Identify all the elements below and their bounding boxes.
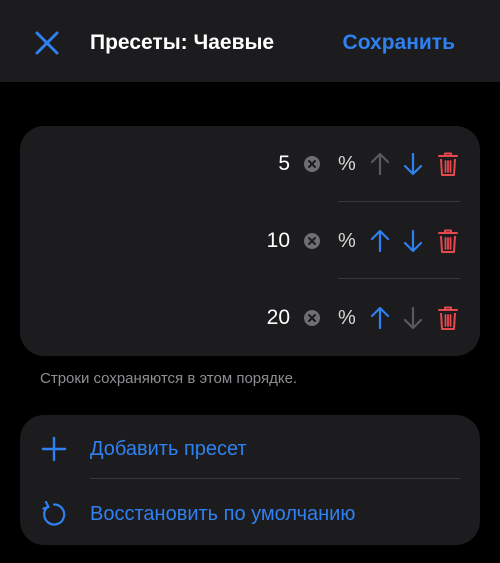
move-down-button[interactable] bbox=[402, 151, 424, 177]
percent-unit: % bbox=[338, 307, 356, 329]
clear-circle-icon bbox=[304, 233, 320, 249]
presets-screen: Пресеты: Чаевые Сохранить 5 % 10 % 20 % … bbox=[0, 0, 500, 563]
arrow-down-icon bbox=[403, 152, 423, 176]
clear-value-button[interactable] bbox=[303, 232, 321, 250]
trash-icon bbox=[438, 152, 458, 176]
delete-preset-button[interactable] bbox=[437, 305, 459, 331]
navigation-bar: Пресеты: Чаевые Сохранить bbox=[0, 0, 500, 82]
move-down-button[interactable] bbox=[402, 305, 424, 331]
preset-value-input[interactable]: 20 bbox=[210, 304, 290, 332]
clear-circle-icon bbox=[304, 310, 320, 326]
arrow-up-icon bbox=[370, 306, 390, 330]
percent-unit: % bbox=[338, 153, 356, 175]
add-preset-label: Добавить пресет bbox=[90, 438, 247, 460]
arrow-up-icon bbox=[370, 152, 390, 176]
move-up-button[interactable] bbox=[369, 151, 391, 177]
move-up-button[interactable] bbox=[369, 228, 391, 254]
move-down-button[interactable] bbox=[402, 228, 424, 254]
move-up-button[interactable] bbox=[369, 305, 391, 331]
delete-preset-button[interactable] bbox=[437, 228, 459, 254]
preset-row: 10 % bbox=[20, 203, 480, 279]
actions-list: Добавить пресет Восстановить по умолчани… bbox=[20, 415, 480, 545]
percent-unit: % bbox=[338, 230, 356, 252]
save-button[interactable]: Сохранить bbox=[343, 29, 455, 57]
close-button[interactable] bbox=[30, 26, 64, 60]
page-title: Пресеты: Чаевые bbox=[90, 31, 275, 54]
row-divider bbox=[338, 201, 460, 202]
delete-preset-button[interactable] bbox=[437, 151, 459, 177]
restore-icon bbox=[40, 500, 68, 528]
add-preset-button[interactable]: Добавить пресет bbox=[20, 416, 480, 480]
order-hint: Строки сохраняются в этом порядке. bbox=[40, 370, 298, 387]
trash-icon bbox=[438, 306, 458, 330]
row-divider bbox=[338, 278, 460, 279]
clear-value-button[interactable] bbox=[303, 155, 321, 173]
clear-circle-icon bbox=[304, 156, 320, 172]
clear-value-button[interactable] bbox=[303, 309, 321, 327]
arrow-down-icon bbox=[403, 306, 423, 330]
trash-icon bbox=[438, 229, 458, 253]
preset-value-input[interactable]: 10 bbox=[210, 227, 290, 255]
preset-value-input[interactable]: 5 bbox=[210, 150, 290, 178]
plus-icon bbox=[40, 435, 68, 463]
arrow-up-icon bbox=[370, 229, 390, 253]
restore-defaults-button[interactable]: Восстановить по умолчанию bbox=[20, 481, 480, 545]
preset-list: 5 % 10 % 20 % bbox=[20, 126, 480, 356]
close-icon bbox=[35, 31, 59, 55]
preset-row: 20 % bbox=[20, 280, 480, 356]
preset-row: 5 % bbox=[20, 126, 480, 202]
arrow-down-icon bbox=[403, 229, 423, 253]
row-divider bbox=[90, 478, 460, 479]
restore-defaults-label: Восстановить по умолчанию bbox=[90, 503, 356, 525]
